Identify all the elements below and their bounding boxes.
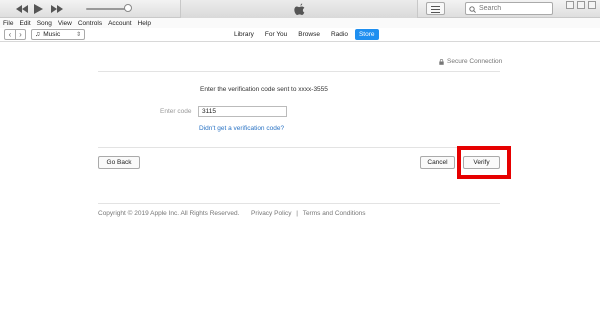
divider-top — [98, 71, 500, 72]
footer-separator: | — [296, 210, 298, 217]
volume-slider-knob[interactable] — [124, 4, 132, 12]
lock-icon — [439, 59, 444, 65]
tab-for-you[interactable]: For You — [261, 29, 291, 40]
divider-bottom — [98, 203, 500, 204]
tab-store[interactable]: Store — [354, 29, 379, 40]
apple-logo-icon — [294, 3, 306, 16]
play-icon[interactable] — [33, 2, 43, 16]
menu-account[interactable]: Account — [108, 20, 132, 27]
tab-bar: Library For You Browse Radio Store — [230, 29, 382, 40]
verification-instruction: Enter the verification code sent to xxxx… — [200, 86, 328, 93]
maximize-button[interactable] — [577, 1, 585, 9]
forward-arrow-icon[interactable]: › — [15, 30, 25, 39]
minimize-button[interactable] — [566, 1, 574, 9]
music-note-icon: ♫ — [35, 31, 41, 38]
title-bar — [0, 0, 600, 18]
verification-code-input[interactable] — [198, 106, 287, 117]
close-button[interactable] — [588, 1, 596, 9]
list-icon — [431, 0, 440, 18]
menu-controls[interactable]: Controls — [78, 20, 102, 27]
go-back-button[interactable]: Go Back — [98, 156, 140, 169]
tab-browse[interactable]: Browse — [294, 29, 324, 40]
divider-middle — [98, 147, 500, 148]
back-arrow-icon[interactable]: ‹ — [5, 30, 15, 39]
terms-link[interactable]: Terms and Conditions — [303, 210, 366, 217]
code-field-label: Enter code — [160, 108, 192, 115]
menu-help[interactable]: Help — [138, 20, 151, 27]
search-icon — [469, 0, 476, 18]
secure-connection-label: Secure Connection — [447, 58, 503, 65]
tab-radio[interactable]: Radio — [327, 29, 352, 40]
verify-highlight-box — [457, 146, 511, 179]
previous-icon[interactable] — [16, 2, 28, 16]
resend-code-link[interactable]: Didn't get a verification code? — [199, 125, 284, 132]
now-playing-area — [180, 0, 418, 18]
volume-slider-track[interactable] — [86, 8, 126, 10]
menu-song[interactable]: Song — [37, 20, 52, 27]
search-box[interactable] — [465, 2, 553, 15]
secure-connection-indicator: Secure Connection — [439, 58, 502, 65]
menu-file[interactable]: File — [3, 20, 13, 27]
list-view-button[interactable] — [426, 2, 445, 15]
cancel-button[interactable]: Cancel — [420, 156, 455, 169]
footer: Copyright © 2019 Apple Inc. All Rights R… — [98, 210, 366, 217]
search-input[interactable] — [479, 3, 549, 14]
media-type-label: Music — [43, 31, 61, 38]
menu-edit[interactable]: Edit — [19, 20, 30, 27]
chevron-updown-icon: ⇕ — [75, 32, 81, 38]
privacy-policy-link[interactable]: Privacy Policy — [251, 210, 291, 217]
menu-bar: File Edit Song View Controls Account Hel… — [0, 18, 600, 28]
copyright-text: Copyright © 2019 Apple Inc. All Rights R… — [98, 210, 240, 217]
history-buttons: ‹ › — [4, 29, 26, 40]
tab-library[interactable]: Library — [230, 29, 258, 40]
media-type-select[interactable]: ♫ Music ⇕ — [31, 29, 85, 40]
menu-view[interactable]: View — [58, 20, 72, 27]
navigation-bar: ‹ › ♫ Music ⇕ Library For You Browse Rad… — [0, 28, 600, 42]
next-icon[interactable] — [51, 2, 63, 16]
